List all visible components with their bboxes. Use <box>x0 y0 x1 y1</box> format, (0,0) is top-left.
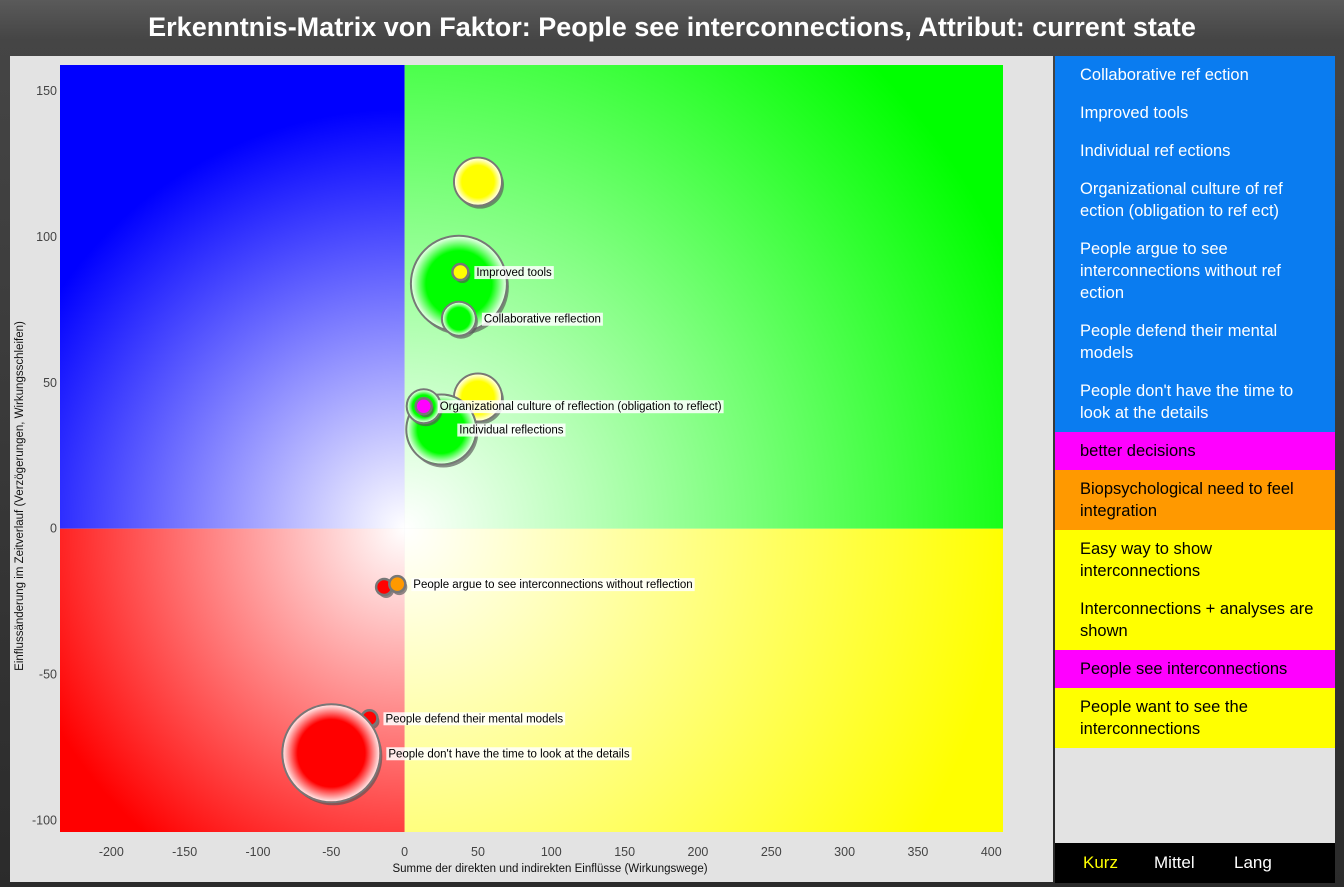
x-tick-label: -50 <box>322 845 340 859</box>
point-label: Collaborative reflection <box>481 312 603 326</box>
point-label-text: Individual reflections <box>459 425 563 437</box>
x-tick-label: 400 <box>981 845 1002 859</box>
x-tick-label: -200 <box>99 845 124 859</box>
quadrant-bottom-right <box>404 528 1003 832</box>
legend-item[interactable]: Interconnections + analyses are shown <box>1055 590 1335 650</box>
x-tick-label: 300 <box>834 845 855 859</box>
y-tick-label: -50 <box>39 668 57 682</box>
point-label-text: Organizational culture of reflection (ob… <box>440 401 722 413</box>
x-tick-label: 50 <box>471 845 485 859</box>
chart-title: Erkenntnis-Matrix von Faktor: People see… <box>148 12 1196 42</box>
point-label-text: People don't have the time to look at th… <box>388 748 630 760</box>
legend-item[interactable]: Organizational culture of ref ection (ob… <box>1055 170 1335 230</box>
legend-item[interactable]: People defend their mental models <box>1055 312 1335 372</box>
timeframe-tabs: Kurz Mittel Lang <box>1055 843 1335 883</box>
tab-kurz[interactable]: Kurz <box>1083 853 1118 873</box>
x-tick-label: 0 <box>401 845 408 859</box>
x-axis-label: Summe der direkten und indirekten Einflü… <box>392 863 707 875</box>
point-label: Improved tools <box>474 266 554 280</box>
legend-item[interactable]: Collaborative ref ection <box>1055 56 1335 94</box>
point-label: People don't have the time to look at th… <box>386 747 632 761</box>
x-tick-label: 250 <box>761 845 782 859</box>
y-tick-label: 150 <box>36 84 57 98</box>
tab-mittel[interactable]: Mittel <box>1154 853 1195 873</box>
quadrant-top-left <box>60 65 405 529</box>
legend-item[interactable]: Biopsychological need to feel integratio… <box>1055 470 1335 530</box>
point-label-text: Improved tools <box>476 267 552 279</box>
insight-matrix-chart: -200 -150 -100 -50 0 50 100 150 200 250 300 350 400 1… <box>14 65 1003 875</box>
point-label: Organizational culture of reflection (ob… <box>437 400 724 414</box>
legend-item[interactable]: People argue to see interconnections wit… <box>1055 230 1335 312</box>
legend-item[interactable]: Individual ref ections <box>1055 132 1335 170</box>
x-tick-label: 200 <box>688 845 709 859</box>
point-label-text: People defend their mental models <box>385 713 563 725</box>
x-tick-label: 350 <box>908 845 929 859</box>
tab-lang[interactable]: Lang <box>1234 853 1272 873</box>
y-tick-label: -100 <box>32 813 57 827</box>
legend-item[interactable]: Improved tools <box>1055 94 1335 132</box>
point-label: Individual reflections <box>457 423 566 437</box>
legend-panel: Collaborative ref ection Improved tools In… <box>1055 56 1335 843</box>
point-label-text: People argue to see interconnections wit… <box>413 579 692 591</box>
x-tick-label: 100 <box>541 845 562 859</box>
chart-panel: -200 -150 -100 -50 0 50 100 150 200 250 300 350 400 1… <box>10 56 1053 882</box>
x-tick-label: 150 <box>614 845 635 859</box>
legend-item[interactable]: People want to see the interconnections <box>1055 688 1335 748</box>
y-tick-label: 50 <box>43 376 57 390</box>
point-label: People argue to see interconnections wit… <box>411 578 695 592</box>
legend-item[interactable]: People see interconnections <box>1055 650 1335 688</box>
legend-item[interactable]: Easy way to show interconnections <box>1055 530 1335 590</box>
x-tick-label: -100 <box>245 845 270 859</box>
y-axis-label: Einflussänderung im Zeitverlauf (Verzöge… <box>14 321 26 671</box>
x-tick-label: -150 <box>172 845 197 859</box>
point-label: People defend their mental models <box>383 712 566 726</box>
point-label-text: Collaborative reflection <box>484 314 601 326</box>
y-tick-label: 0 <box>50 522 57 536</box>
legend-item[interactable]: People don't have the time to look at th… <box>1055 372 1335 432</box>
legend-item[interactable]: better decisions <box>1055 432 1335 470</box>
y-tick-label: 100 <box>36 230 57 244</box>
